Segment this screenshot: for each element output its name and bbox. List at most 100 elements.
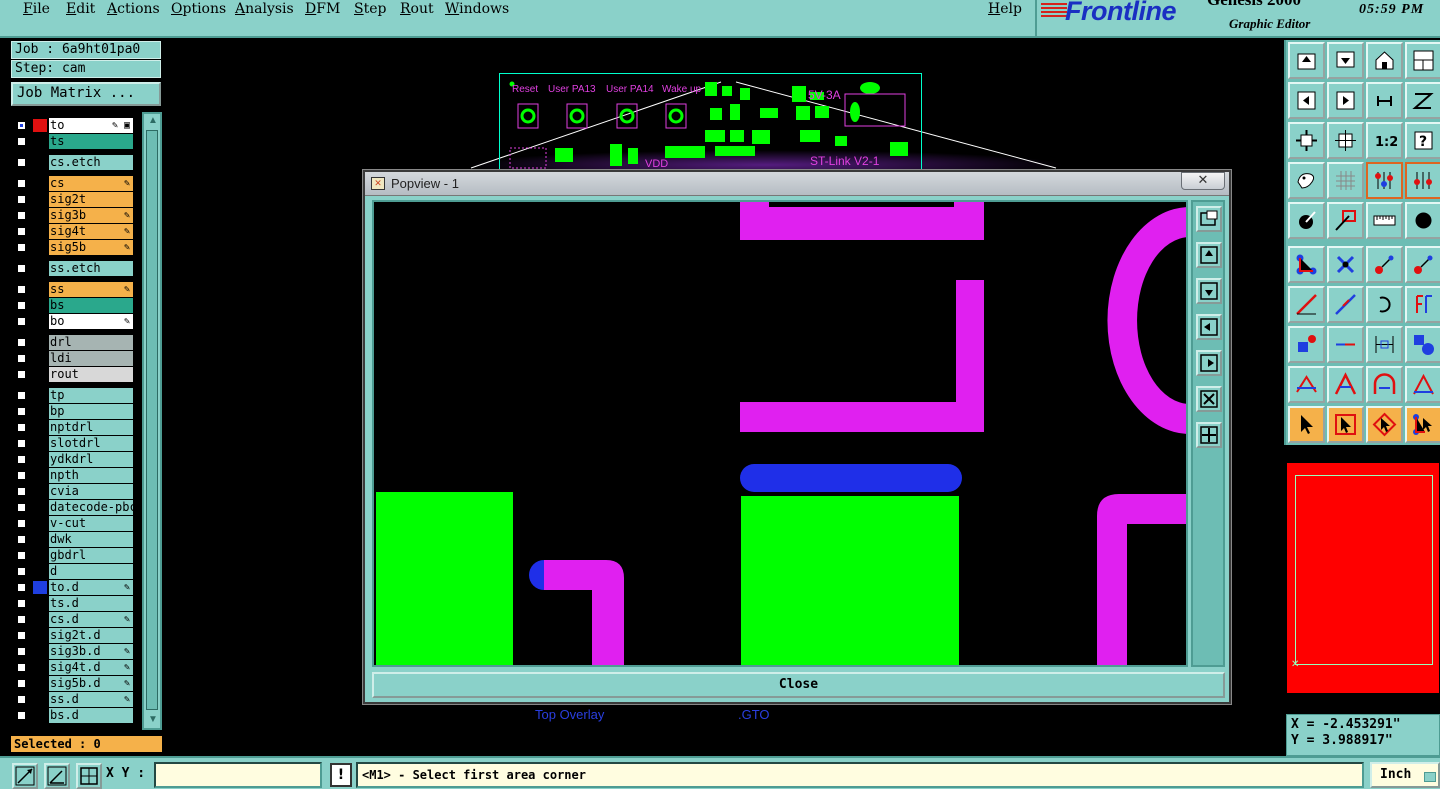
- layer-checkbox[interactable]: [16, 263, 27, 274]
- popview-close-button[interactable]: Close: [372, 672, 1225, 698]
- pcb-board-preview[interactable]: Reset User PA13 User PA14 Wake up 5V-3A …: [499, 73, 922, 173]
- popview-titlebar[interactable]: ✕ Popview - 1 ✕: [365, 172, 1229, 196]
- arch-icon[interactable]: [1366, 366, 1403, 403]
- move-pad-icon[interactable]: [1366, 246, 1403, 283]
- snap-red-icon[interactable]: [1366, 162, 1403, 199]
- snap-red-alt-icon[interactable]: [1405, 162, 1440, 199]
- layer-name[interactable]: drl: [49, 335, 133, 350]
- segment-icon[interactable]: [1327, 326, 1364, 363]
- layer-checkbox[interactable]: [16, 614, 27, 625]
- layer-row[interactable]: v-cut: [13, 516, 133, 531]
- pad-icon[interactable]: [1405, 202, 1440, 239]
- layer-row[interactable]: cvia: [13, 484, 133, 499]
- arrow-right-icon[interactable]: [1327, 82, 1364, 119]
- layer-name[interactable]: sig2t: [49, 192, 133, 207]
- layer-checkbox[interactable]: [16, 178, 27, 189]
- layer-name[interactable]: ss.etch: [49, 261, 133, 276]
- layer-checkbox[interactable]: [16, 422, 27, 433]
- layer-name[interactable]: v-cut: [49, 516, 133, 531]
- zoom-fit-icon[interactable]: [1196, 386, 1222, 412]
- layer-checkbox[interactable]: [16, 390, 27, 401]
- layer-row[interactable]: bs: [13, 298, 133, 313]
- layer-name[interactable]: bs: [49, 298, 133, 313]
- layer-row[interactable]: d: [13, 564, 133, 579]
- layer-name[interactable]: cs ✎: [49, 176, 133, 191]
- zoom-down-icon[interactable]: [1196, 278, 1222, 304]
- menu-analysis[interactable]: Analysis: [235, 1, 294, 17]
- layer-color-swatch[interactable]: [33, 119, 47, 132]
- layer-row[interactable]: ss.etch: [13, 261, 133, 276]
- layer-name[interactable]: slotdrl: [49, 436, 133, 451]
- dimension-icon[interactable]: [1366, 326, 1403, 363]
- pan-right-icon[interactable]: [1196, 350, 1222, 376]
- triangle-bold-icon[interactable]: [1327, 366, 1364, 403]
- layer-name[interactable]: ydkdrl: [49, 452, 133, 467]
- layer-checkbox[interactable]: [16, 300, 27, 311]
- message-icon[interactable]: !: [330, 763, 352, 787]
- layer-row[interactable]: cs.d ✎: [13, 612, 133, 627]
- layer-row[interactable]: datecode-pbc: [13, 500, 133, 515]
- layer-checkbox[interactable]: [16, 486, 27, 497]
- pointer-network-icon[interactable]: [1405, 406, 1440, 443]
- layer-name[interactable]: sig3b.d ✎: [49, 644, 133, 659]
- layer-checkbox[interactable]: [16, 582, 27, 593]
- layer-checkbox[interactable]: [16, 226, 27, 237]
- layer-row[interactable]: gbdrl: [13, 548, 133, 563]
- cross-icon[interactable]: [1327, 246, 1364, 283]
- layer-row[interactable]: ldi: [13, 351, 133, 366]
- layer-row[interactable]: ss.d ✎: [13, 692, 133, 707]
- layer-name[interactable]: dwk: [49, 532, 133, 547]
- layer-row[interactable]: ss ✎: [13, 282, 133, 297]
- pan-left-icon[interactable]: [1196, 314, 1222, 340]
- arch-alt-icon[interactable]: [1405, 366, 1440, 403]
- center-view-icon[interactable]: [1327, 122, 1364, 159]
- layer-row[interactable]: sig4t.d ✎: [13, 660, 133, 675]
- layer-name[interactable]: ldi: [49, 351, 133, 366]
- layer-row[interactable]: sig3b ✎: [13, 208, 133, 223]
- split-window-icon[interactable]: [1405, 42, 1440, 79]
- layer-row[interactable]: sig2t: [13, 192, 133, 207]
- layer-name[interactable]: nptdrl: [49, 420, 133, 435]
- layer-checkbox[interactable]: [16, 438, 27, 449]
- layer-row[interactable]: sig5b ✎: [13, 240, 133, 255]
- layer-row[interactable]: cs.etch: [13, 155, 133, 170]
- layer-row[interactable]: sig3b.d ✎: [13, 644, 133, 659]
- layer-checkbox[interactable]: [16, 710, 27, 721]
- menu-options[interactable]: Options: [171, 1, 226, 17]
- layer-row[interactable]: drl: [13, 335, 133, 350]
- flip-icon[interactable]: [1405, 82, 1440, 119]
- layer-row[interactable]: bs.d: [13, 708, 133, 723]
- layer-name[interactable]: sig4t.d ✎: [49, 660, 133, 675]
- layer-checkbox[interactable]: [16, 353, 27, 364]
- layer-name[interactable]: to.d ✎: [49, 580, 133, 595]
- layer-row[interactable]: tp: [13, 388, 133, 403]
- layer-checkbox[interactable]: [16, 566, 27, 577]
- layer-row[interactable]: npth: [13, 468, 133, 483]
- palette-icon[interactable]: [1288, 162, 1325, 199]
- menu-help[interactable]: Help: [988, 1, 1022, 17]
- layer-checkbox[interactable]: [16, 454, 27, 465]
- layer-name[interactable]: ts.d: [49, 596, 133, 611]
- pointer-diamond-icon[interactable]: [1366, 406, 1403, 443]
- layer-name[interactable]: ss ✎: [49, 282, 133, 297]
- layer-name[interactable]: to ✎ ▣: [49, 118, 133, 133]
- layer-row[interactable]: rout: [13, 367, 133, 382]
- layer-checkbox[interactable]: [16, 242, 27, 253]
- layer-checkbox[interactable]: [16, 550, 27, 561]
- layer-name[interactable]: cs.d ✎: [49, 612, 133, 627]
- close-icon[interactable]: ✕: [1181, 172, 1225, 190]
- layer-checkbox[interactable]: [16, 630, 27, 641]
- layer-checkbox[interactable]: [16, 136, 27, 147]
- menu-step[interactable]: Step: [354, 1, 386, 17]
- menu-actions[interactable]: Actions: [107, 1, 160, 17]
- scroll-up-icon[interactable]: ▲: [146, 115, 160, 127]
- layer-name[interactable]: bs.d: [49, 708, 133, 723]
- layer-checkbox[interactable]: [16, 518, 27, 529]
- pointer-box-icon[interactable]: [1327, 406, 1364, 443]
- scale-1-2-icon[interactable]: 1:2: [1366, 122, 1403, 159]
- layer-name[interactable]: sig5b ✎: [49, 240, 133, 255]
- triangle-icon[interactable]: [1288, 366, 1325, 403]
- undo-redo-icon[interactable]: [1366, 82, 1403, 119]
- layer-name[interactable]: cs.etch: [49, 155, 133, 170]
- menu-rout[interactable]: Rout: [400, 1, 434, 17]
